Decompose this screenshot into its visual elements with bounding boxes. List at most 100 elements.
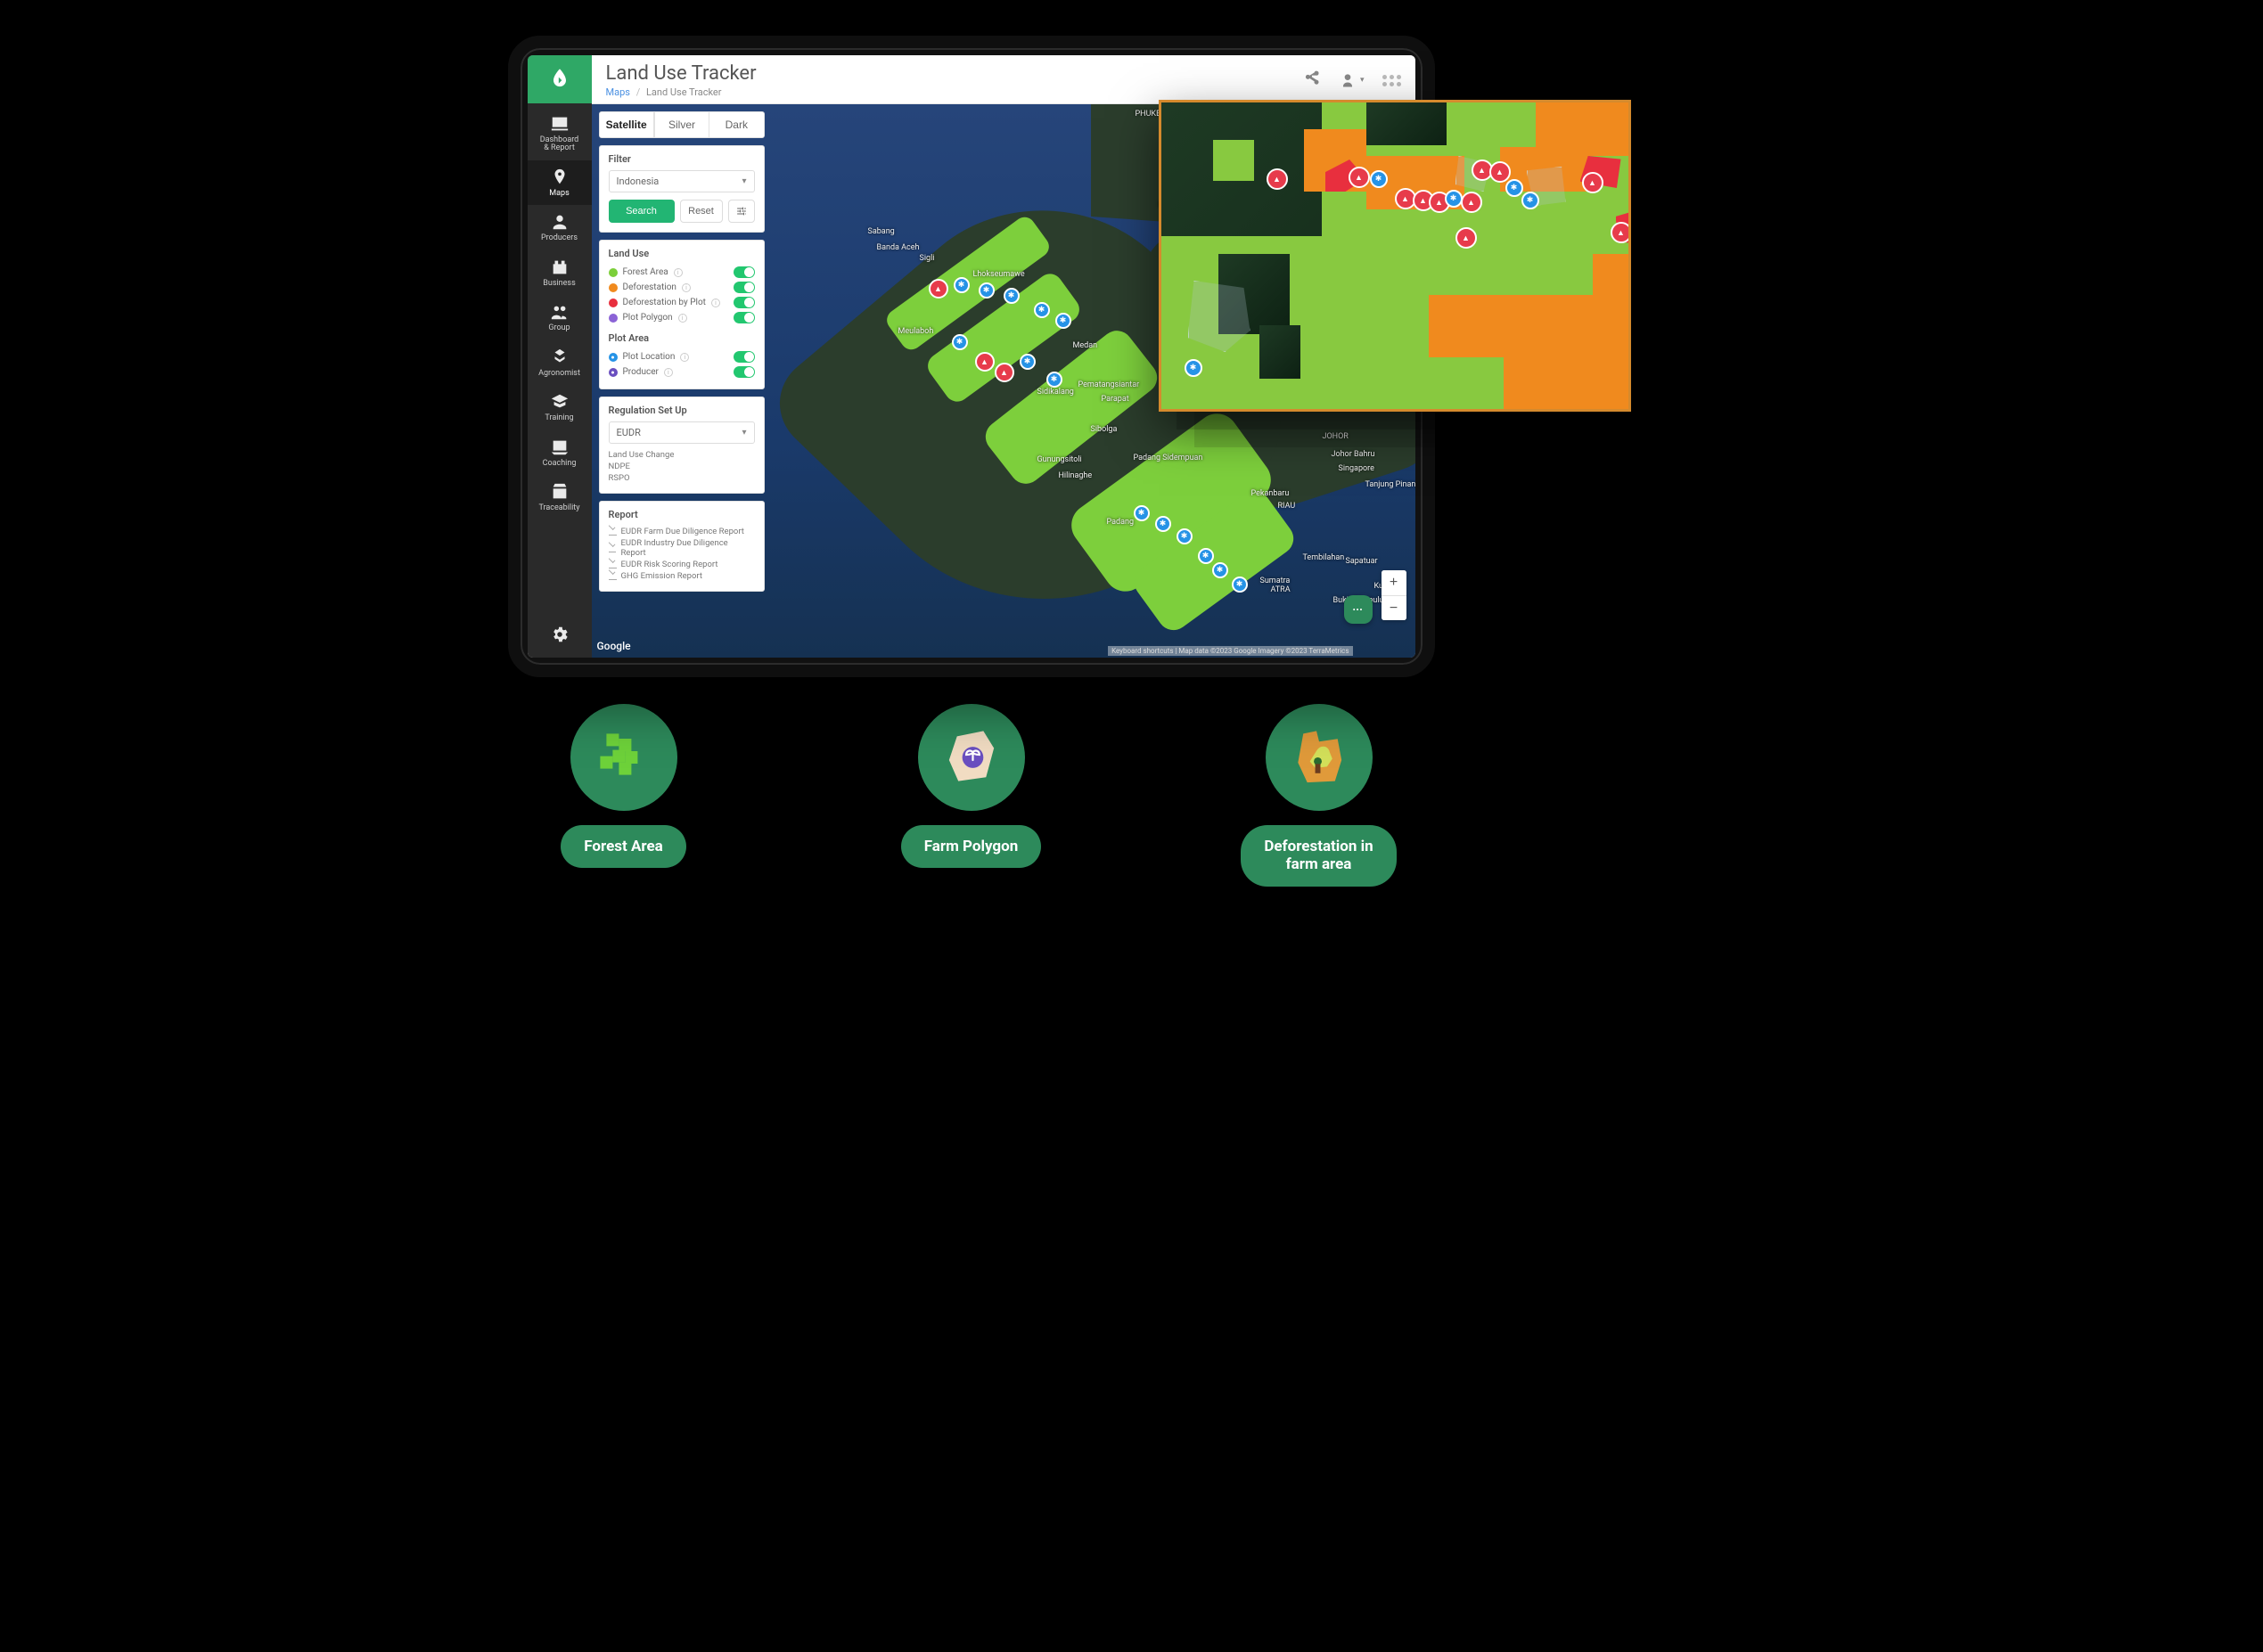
- regulation-title: Regulation Set Up: [609, 405, 755, 416]
- landuse-title: Land Use: [609, 248, 755, 259]
- user-icon[interactable]: ▾: [1339, 71, 1365, 89]
- map-pin-plot[interactable]: [979, 282, 995, 299]
- nav-business[interactable]: Business: [528, 250, 592, 295]
- inset-pin-alert[interactable]: [1489, 161, 1511, 183]
- filter-country-value: Indonesia: [617, 176, 660, 187]
- map-pin-plot[interactable]: [1046, 372, 1062, 388]
- map-credit: Keyboard shortcuts | Map data ©2023 Goog…: [1108, 646, 1352, 656]
- regulation-option[interactable]: NDPE: [609, 461, 755, 472]
- map-pin-plot[interactable]: [1232, 577, 1248, 593]
- landuse-toggle[interactable]: [734, 282, 755, 293]
- nav-label: Training: [545, 414, 573, 422]
- zoom-in-button[interactable]: +: [1382, 570, 1406, 595]
- nav-settings[interactable]: [550, 612, 570, 658]
- tile-tab-dark[interactable]: Dark: [709, 112, 763, 137]
- tile-style-tabs: Satellite Silver Dark: [599, 111, 765, 138]
- chat-button[interactable]: •••: [1344, 595, 1373, 624]
- inset-pin-plot[interactable]: [1505, 179, 1523, 197]
- regulation-option[interactable]: RSPO: [609, 472, 755, 484]
- landuse-toggle[interactable]: [734, 297, 755, 308]
- card-filter: Filter Indonesia Search Reset: [599, 145, 765, 233]
- map-pin-plot[interactable]: [1020, 354, 1036, 370]
- nav-dashboard[interactable]: Dashboard & Report: [528, 107, 592, 160]
- landuse-toggle[interactable]: [734, 312, 755, 323]
- nav-maps[interactable]: Maps: [528, 160, 592, 205]
- report-label: GHG Emission Report: [621, 571, 702, 581]
- zoom-controls: + −: [1382, 570, 1406, 620]
- card-regulation: Regulation Set Up EUDR Land Use ChangeND…: [599, 397, 765, 494]
- city-label: Medan: [1073, 341, 1098, 350]
- map-pin-plot[interactable]: [1155, 516, 1171, 532]
- plotarea-row: ●Produceri: [609, 364, 755, 380]
- nav-training[interactable]: Training: [528, 385, 592, 429]
- inset-pin-alert[interactable]: [1461, 192, 1482, 213]
- city-label: Padang: [1107, 518, 1135, 527]
- crumb-maps[interactable]: Maps: [606, 86, 630, 98]
- info-icon[interactable]: i: [680, 353, 689, 362]
- inset-pin-plot[interactable]: [1185, 359, 1202, 377]
- tile-tab-satellite[interactable]: Satellite: [600, 112, 654, 137]
- inset-pin-plot[interactable]: [1370, 170, 1388, 188]
- filter-sliders-button[interactable]: [728, 200, 755, 223]
- inset-pin-alert[interactable]: [1582, 172, 1603, 193]
- search-button[interactable]: Search: [609, 200, 675, 223]
- inset-map[interactable]: [1159, 100, 1631, 412]
- report-row[interactable]: GHG Emission Report: [609, 570, 755, 582]
- regulation-selected: EUDR: [617, 427, 641, 438]
- regulation-select[interactable]: EUDR: [609, 421, 755, 444]
- landuse-toggle[interactable]: [734, 266, 755, 278]
- reset-button[interactable]: Reset: [680, 200, 723, 223]
- plotarea-toggle[interactable]: [734, 366, 755, 378]
- inset-pin-plot[interactable]: [1445, 190, 1463, 208]
- brand-logo[interactable]: [528, 55, 592, 103]
- apps-icon[interactable]: [1382, 75, 1401, 86]
- nav-coaching[interactable]: Coaching: [528, 430, 592, 475]
- city-label: Banda Aceh: [877, 243, 920, 252]
- info-icon[interactable]: i: [664, 368, 673, 377]
- inset-pin-alert[interactable]: [1455, 227, 1477, 249]
- swatch-icon: [609, 268, 618, 277]
- nav-producers[interactable]: Producers: [528, 205, 592, 249]
- map-pin-alert[interactable]: [995, 363, 1014, 382]
- nav-agronomist[interactable]: Agronomist: [528, 340, 592, 385]
- info-icon[interactable]: i: [711, 299, 720, 307]
- map-pin-plot[interactable]: [1055, 313, 1071, 329]
- plotarea-title: Plot Area: [609, 332, 755, 344]
- breadcrumb: Maps / Land Use Tracker: [606, 86, 1303, 98]
- plotarea-toggle[interactable]: [734, 351, 755, 363]
- page-title: Land Use Tracker: [606, 62, 1303, 85]
- tile-tab-silver[interactable]: Silver: [654, 112, 709, 137]
- map-pin-alert[interactable]: [929, 279, 948, 299]
- filter-country-select[interactable]: Indonesia: [609, 170, 755, 192]
- page-header: Land Use Tracker Maps / Land Use Tracker: [592, 55, 1415, 104]
- nav-traceability[interactable]: Traceability: [528, 475, 592, 519]
- report-row[interactable]: EUDR Risk Scoring Report: [609, 559, 755, 570]
- map-pin-plot[interactable]: [1034, 302, 1050, 318]
- inset-pin-alert[interactable]: [1611, 222, 1631, 243]
- map-pin-plot[interactable]: [1212, 562, 1228, 578]
- report-row[interactable]: EUDR Farm Due Diligence Report: [609, 526, 755, 537]
- nav-group[interactable]: Group: [528, 295, 592, 339]
- city-label: Sapatuar: [1346, 557, 1378, 566]
- map-pin-plot[interactable]: [1177, 528, 1193, 544]
- inset-pin-alert[interactable]: [1349, 167, 1370, 188]
- zoom-out-button[interactable]: −: [1382, 595, 1406, 620]
- badge-forest-icon: [570, 704, 677, 811]
- inset-pin-plot[interactable]: [1521, 192, 1539, 209]
- map-pin-plot[interactable]: [1004, 288, 1020, 304]
- inset-pin-alert[interactable]: [1267, 168, 1288, 190]
- swatch-icon: [609, 314, 618, 323]
- report-label: EUDR Risk Scoring Report: [621, 560, 718, 569]
- report-row[interactable]: EUDR Industry Due Diligence Report: [609, 537, 755, 559]
- map-pin-plot[interactable]: [954, 277, 970, 293]
- map-pin-alert[interactable]: [975, 352, 995, 372]
- map-pin-plot[interactable]: [952, 334, 968, 350]
- map-pin-plot[interactable]: [1134, 505, 1150, 521]
- info-icon[interactable]: i: [678, 314, 687, 323]
- map-pin-plot[interactable]: [1198, 548, 1214, 564]
- info-icon[interactable]: i: [682, 283, 691, 292]
- nav-label: Dashboard & Report: [540, 136, 579, 153]
- info-icon[interactable]: i: [674, 268, 683, 277]
- share-icon[interactable]: [1303, 70, 1321, 91]
- regulation-option[interactable]: Land Use Change: [609, 449, 755, 461]
